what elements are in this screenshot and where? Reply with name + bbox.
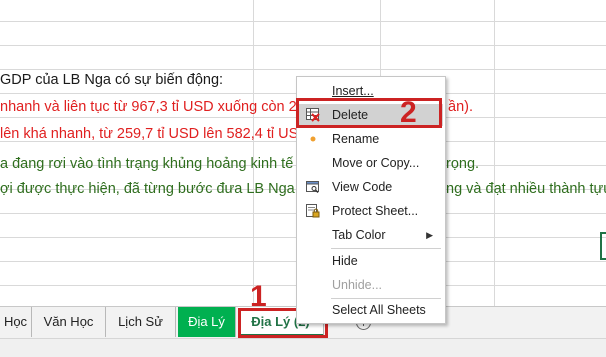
menu-item-label: Protect Sheet... — [332, 204, 419, 218]
column-divider — [494, 0, 495, 306]
view-code-icon — [306, 181, 319, 193]
dot-icon — [310, 136, 316, 142]
menu-item-unhide: Unhide... — [299, 274, 443, 296]
sheet-tab-lich-su[interactable]: Lịch Sử — [106, 307, 176, 337]
menu-item-label: Unhide... — [332, 278, 383, 292]
step-2-highlight — [296, 98, 442, 128]
sheet-tab-dia-ly[interactable]: Địa Lý — [178, 307, 236, 337]
cell-text-line-5: ợi được thực hiện, đã từng bước đưa LB N… — [0, 181, 295, 197]
menu-item-label: Rename — [332, 132, 380, 146]
submenu-arrow-icon: ▶ — [426, 230, 433, 240]
sheet-tab-van-hoc[interactable]: Văn Học — [32, 307, 106, 337]
menu-item-protect-sheet[interactable]: Protect Sheet... — [299, 200, 443, 222]
menu-item-view-code[interactable]: View Code — [299, 176, 443, 198]
menu-item-select-all-sheets[interactable]: Select All Sheets — [299, 299, 443, 321]
menu-item-tab-color[interactable]: Tab Color ▶ — [299, 224, 443, 246]
sheet-tab-hoc[interactable]: Học — [0, 307, 32, 337]
column-divider — [253, 0, 254, 306]
menu-item-label: Select All Sheets — [332, 303, 426, 317]
menu-item-hide[interactable]: Hide — [299, 250, 443, 272]
cell-text-line-2: nhanh và liên tục từ 967,3 tỉ USD xuống … — [0, 99, 305, 115]
menu-item-move-or-copy[interactable]: Move or Copy... — [299, 152, 443, 174]
menu-item-rename[interactable]: Rename — [299, 128, 443, 150]
menu-item-label: Move or Copy... — [332, 156, 420, 170]
step-2-label: 2 — [400, 96, 417, 129]
cell-text-line-1: GDP của LB Nga có sự biến động: — [0, 72, 224, 88]
cell-text-line-4-tail: rọng. — [446, 156, 480, 172]
selected-cell-border — [600, 232, 606, 260]
menu-item-label: Hide — [332, 254, 358, 268]
cell-text-line-2-tail: ần). — [448, 99, 473, 115]
cell-text-line-5-tail: ng và đạt nhiều thành tựu. — [446, 181, 606, 197]
menu-item-label: Tab Color — [332, 228, 386, 242]
protect-sheet-icon — [306, 204, 320, 218]
status-bar — [0, 338, 606, 357]
menu-item-label: View Code — [332, 180, 393, 194]
cell-text-line-4: a đang rơi vào tình trạng khủng hoảng ki… — [0, 156, 294, 172]
cell-text-line-3: lên khá nhanh, từ 259,7 tỉ USD lên 582,4… — [0, 126, 299, 142]
menu-separator — [331, 248, 441, 249]
